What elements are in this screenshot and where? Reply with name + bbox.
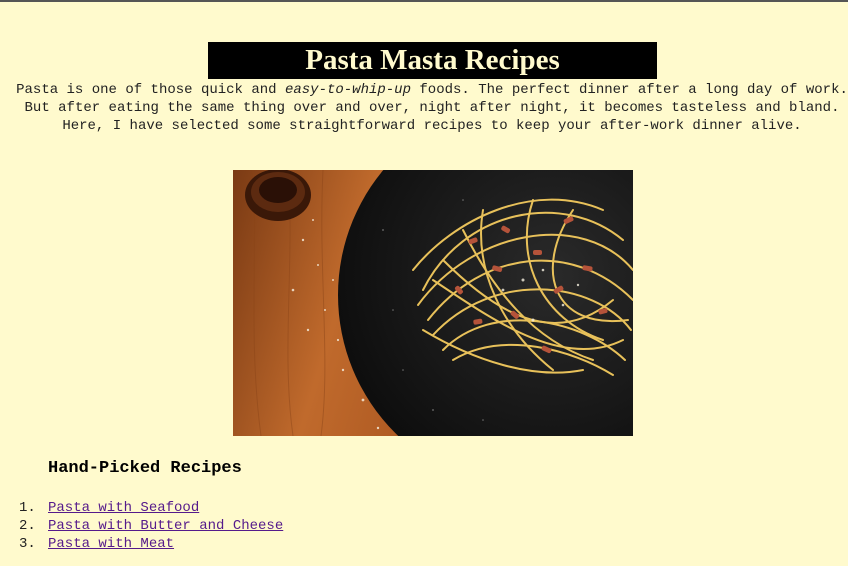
recipe-link-meat[interactable]: Pasta with Meat — [48, 535, 174, 553]
intro-text-start: Pasta is one of those quick and — [16, 82, 285, 98]
intro-paragraph: Pasta is one of those quick and easy-to-… — [8, 81, 848, 135]
recipes-heading: Hand-Picked Recipes — [48, 459, 242, 478]
recipe-link-seafood[interactable]: Pasta with Seafood — [48, 499, 199, 517]
recipe-link-butter-cheese[interactable]: Pasta with Butter and Cheese — [48, 517, 283, 535]
browser-top-border — [0, 0, 848, 2]
list-number: 1. — [19, 500, 36, 516]
list-item: 1. Pasta with Seafood — [19, 499, 283, 517]
list-item: 2. Pasta with Butter and Cheese — [19, 517, 283, 535]
list-item: 3. Pasta with Meat — [19, 535, 283, 553]
list-number: 3. — [19, 536, 36, 552]
pasta-photo — [233, 170, 633, 436]
list-number: 2. — [19, 518, 36, 534]
intro-emphasis: easy-to-whip-up — [284, 82, 411, 98]
recipe-list: 1. Pasta with Seafood 2. Pasta with Butt… — [19, 499, 283, 553]
page-title: Pasta Masta Recipes — [208, 42, 657, 80]
